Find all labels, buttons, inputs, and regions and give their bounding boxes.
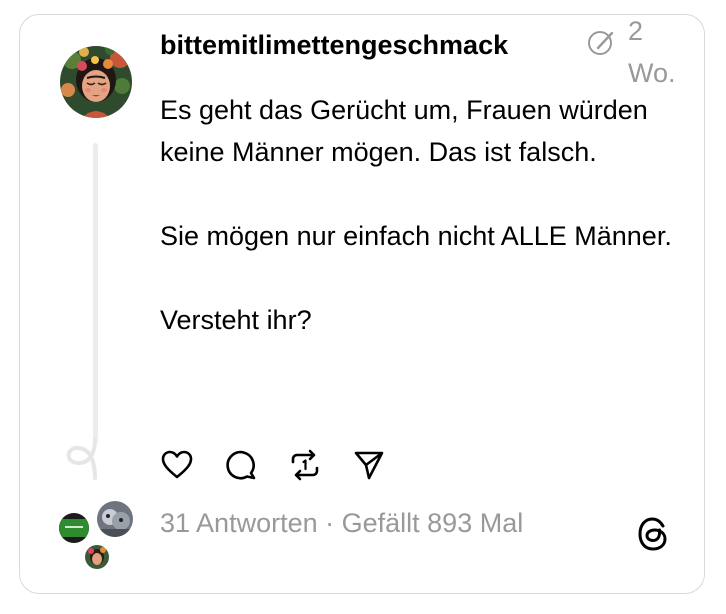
replier-avatar-image (97, 501, 133, 537)
thread-loop-icon (66, 438, 97, 480)
post-paragraph: Versteht ihr? (160, 305, 312, 335)
repost-icon[interactable] (288, 448, 322, 482)
author-avatar[interactable] (60, 46, 132, 118)
post-stats: 31 Antworten · Gefällt 893 Mal (160, 508, 523, 539)
timestamp-unit: Wo. (628, 58, 676, 88)
post-paragraph: Sie mögen nur einfach nicht ALLE Männer. (160, 221, 672, 251)
post-timestamp: 2 Wo. (628, 10, 686, 94)
likes-count[interactable]: Gefällt 893 Mal (342, 508, 524, 538)
threads-logo-icon[interactable] (636, 516, 670, 552)
thread-line (93, 143, 98, 443)
replier-avatar-image (85, 545, 109, 569)
replier-avatar-image (59, 513, 89, 543)
heart-icon[interactable] (160, 448, 194, 482)
replier-avatar[interactable] (57, 511, 91, 545)
replies-count[interactable]: 31 Antworten (160, 508, 318, 538)
share-icon[interactable] (352, 448, 386, 482)
post-username[interactable]: bittemitlimettengeschmack (160, 30, 508, 61)
edit-icon[interactable] (586, 28, 616, 58)
replier-avatar[interactable] (95, 499, 135, 539)
avatar-illustration (60, 46, 132, 118)
comment-icon[interactable] (224, 448, 258, 482)
timestamp-number: 2 (628, 16, 644, 46)
post-text: Es geht das Gerücht um, Frauen würden ke… (160, 89, 680, 341)
post-actions (160, 448, 386, 482)
stats-separator: · (317, 508, 342, 538)
replier-avatar[interactable] (83, 543, 111, 571)
post-paragraph: Es geht das Gerücht um, Frauen würden ke… (160, 95, 648, 167)
